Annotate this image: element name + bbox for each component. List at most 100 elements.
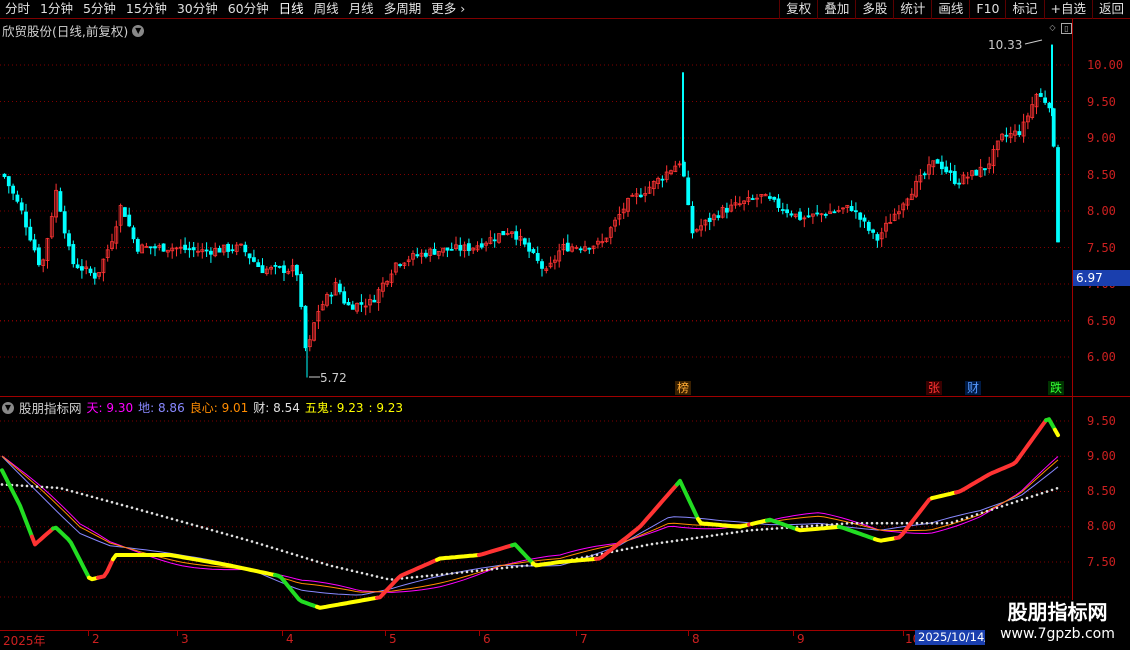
candle-body — [19, 202, 24, 211]
cai-dot — [875, 521, 879, 525]
liangxin-line — [1, 455, 1059, 593]
date-label: 2025年 — [3, 634, 46, 648]
wugui-line-segment — [111, 553, 277, 577]
cai-dot — [590, 554, 594, 558]
cai-dot — [670, 539, 674, 543]
candle-body — [337, 283, 342, 293]
panel-divider — [0, 396, 1130, 397]
cai-dot — [850, 521, 854, 525]
watermark: 股朋指标网 www.7gpzb.com — [985, 600, 1130, 650]
cai-dot — [680, 538, 684, 542]
candle-body — [1056, 147, 1060, 243]
candle-body — [282, 265, 286, 274]
chevron-down-icon[interactable]: ▼ — [132, 24, 145, 37]
candle-body — [148, 246, 153, 249]
cai-dot — [940, 521, 944, 525]
cai-dot — [335, 565, 339, 569]
cai-dot — [325, 563, 329, 566]
candle-body — [768, 196, 772, 199]
candle-body — [294, 264, 299, 276]
cai-dot — [985, 509, 989, 513]
candle-body — [1047, 102, 1052, 109]
cai-dot — [160, 514, 164, 518]
candle-body — [686, 177, 691, 206]
panel-icons: ◇ ▯ — [1047, 23, 1072, 34]
cai-dot — [620, 548, 624, 552]
candle-body — [957, 182, 961, 185]
cai-dot — [360, 571, 364, 575]
fall-badge[interactable]: 跌 — [1048, 381, 1065, 395]
date-label: 6 — [483, 632, 491, 646]
candle-body — [716, 215, 721, 218]
cai-dot — [775, 527, 779, 530]
candle-body — [75, 264, 80, 269]
window-toggle-icon[interactable]: ▯ — [1061, 23, 1072, 34]
candle-body — [587, 247, 592, 250]
di-line — [1, 456, 1059, 596]
cai-dot — [355, 570, 359, 574]
candle-body — [217, 247, 222, 253]
cai-dot — [270, 546, 274, 549]
cai-dot — [525, 564, 529, 567]
candle-body — [514, 231, 519, 240]
cai-dot — [135, 507, 139, 511]
cai-dot — [385, 577, 389, 581]
current-price-marker: 6.97 — [1073, 270, 1130, 286]
cai-dot — [365, 572, 369, 576]
candle-body — [256, 262, 261, 268]
cai-dot — [995, 506, 999, 510]
cai-dot — [155, 513, 159, 516]
date-cursor-label: 2025/10/14/ — [915, 630, 992, 645]
cai-dot — [960, 518, 964, 521]
cai-dot — [115, 502, 119, 505]
cai-dot — [745, 529, 749, 532]
cai-dot — [425, 574, 429, 578]
rise-badge[interactable]: 张 — [926, 381, 943, 395]
cai-dot — [250, 540, 254, 543]
finance-badge[interactable]: 财 — [965, 381, 982, 395]
candle-body — [415, 254, 420, 257]
cai-dot — [420, 575, 424, 578]
cai-dot — [935, 521, 939, 525]
chart-canvas[interactable] — [0, 0, 1130, 650]
candle-body — [299, 273, 304, 307]
cai-dot — [915, 521, 919, 525]
cai-dot — [715, 533, 719, 537]
cai-dot — [825, 523, 829, 527]
tian-value: 天: 9.30 — [86, 401, 134, 415]
cai-dot — [650, 542, 654, 546]
candle-body — [230, 249, 235, 252]
indicator-axis-label: 8.50 — [1087, 484, 1116, 498]
ranking-badge[interactable]: 榜 — [675, 381, 692, 395]
cai-dot — [705, 535, 709, 538]
cai-dot — [165, 516, 169, 519]
cai-dot — [1020, 498, 1024, 502]
candle-body — [359, 302, 364, 305]
candle-body — [32, 239, 37, 251]
candle-body — [660, 178, 665, 181]
candle-body — [854, 210, 858, 213]
cai-dot — [390, 578, 394, 581]
stock-title: 欣贸股份(日线,前复权) — [2, 24, 129, 39]
cai-dot — [735, 530, 739, 534]
indicator-name[interactable]: 股朋指标网 — [19, 398, 82, 417]
cai-dot — [515, 565, 519, 568]
diamond-icon[interactable]: ◇ — [1047, 23, 1058, 34]
cai-dot — [495, 567, 499, 570]
cai-dot — [765, 527, 769, 531]
candle-body — [983, 168, 987, 171]
cai-dot — [300, 555, 304, 559]
price-label: 6.50 — [1087, 314, 1116, 328]
cai-dot — [820, 523, 824, 527]
cai-dot — [815, 524, 819, 527]
candle-body — [37, 247, 41, 266]
chevron-down-icon[interactable]: ▼ — [2, 401, 14, 414]
candle-body — [458, 244, 463, 251]
candle-body — [832, 211, 837, 214]
cai-dot — [975, 513, 979, 516]
cai-dot — [95, 496, 99, 500]
candle-body — [862, 217, 867, 222]
cai-dot — [175, 518, 179, 522]
candle-body — [277, 265, 282, 268]
cai-dot — [700, 535, 704, 539]
